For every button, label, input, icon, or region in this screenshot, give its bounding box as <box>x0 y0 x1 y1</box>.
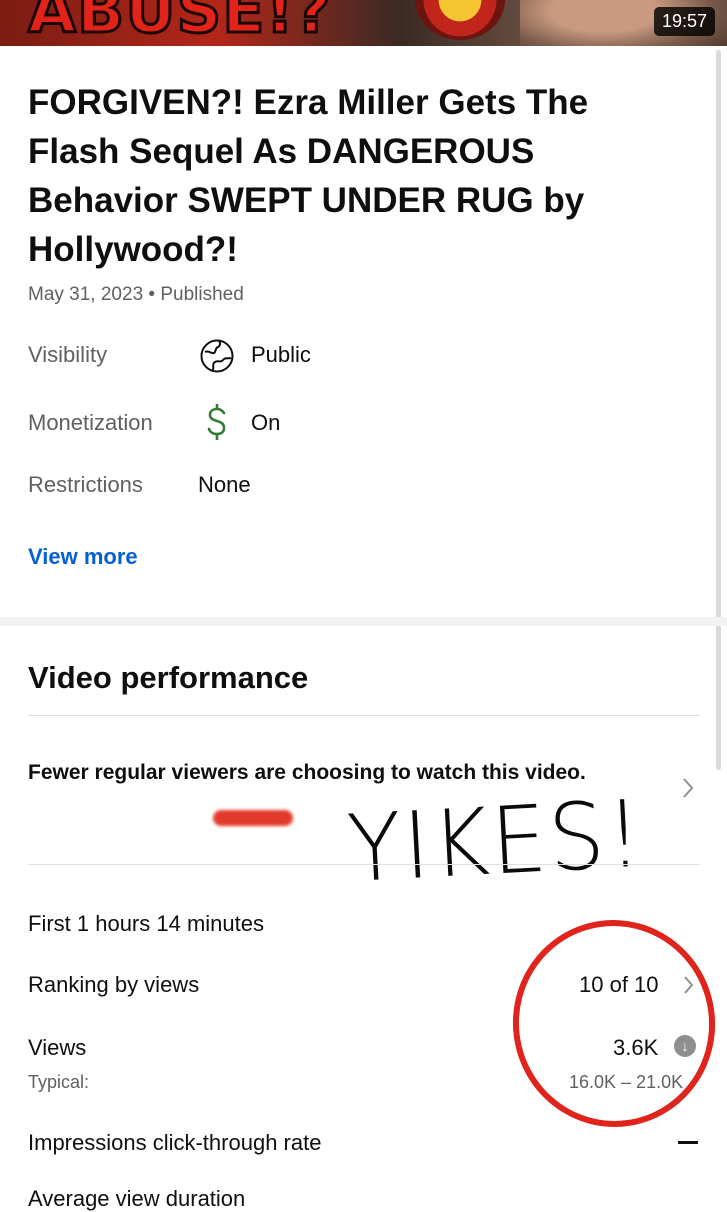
typical-label: Typical: <box>28 1072 90 1092</box>
section-divider <box>0 617 727 626</box>
views-label: Views <box>28 1035 87 1060</box>
red-circle-annotation <box>499 906 727 1141</box>
view-more-link[interactable]: View more <box>28 544 138 570</box>
thumbnail-overlay-text: ABUSE!? <box>27 0 333 46</box>
scrollbar[interactable] <box>716 50 721 770</box>
handwritten-annotation: YIKES! <box>345 779 647 904</box>
publish-info: May 31, 2023 • Published <box>28 284 244 306</box>
dollar-icon <box>205 403 229 446</box>
duration-badge: 19:57 <box>653 7 715 36</box>
publish-date: May 31, 2023 <box>28 284 144 305</box>
monetization-label: Monetization <box>28 410 153 435</box>
publish-status: Published <box>160 284 244 305</box>
ctr-value-dash <box>678 1141 698 1144</box>
globe-icon <box>199 338 235 379</box>
next-row-label: Average view duration <box>28 1186 246 1211</box>
video-thumbnail[interactable]: ABUSE!? 19:57 <box>0 0 727 46</box>
ranking-label: Ranking by views <box>28 972 200 997</box>
divider <box>28 715 700 716</box>
ctr-label: Impressions click-through rate <box>28 1130 322 1155</box>
visibility-value: Public <box>251 342 311 367</box>
restrictions-label: Restrictions <box>28 472 143 497</box>
divider <box>28 864 700 865</box>
separator-dot: • <box>148 284 156 305</box>
video-title: FORGIVEN?! Ezra Miller Gets The Flash Se… <box>28 83 589 269</box>
restrictions-value: None <box>198 472 251 497</box>
flash-logo-image <box>415 0 505 40</box>
redaction-scribble <box>213 810 293 826</box>
performance-heading: Video performance <box>28 660 309 695</box>
visibility-label: Visibility <box>28 342 108 367</box>
period-label: First 1 hours 14 minutes <box>28 911 264 936</box>
chevron-right-icon <box>681 776 695 806</box>
monetization-value: On <box>251 410 281 435</box>
